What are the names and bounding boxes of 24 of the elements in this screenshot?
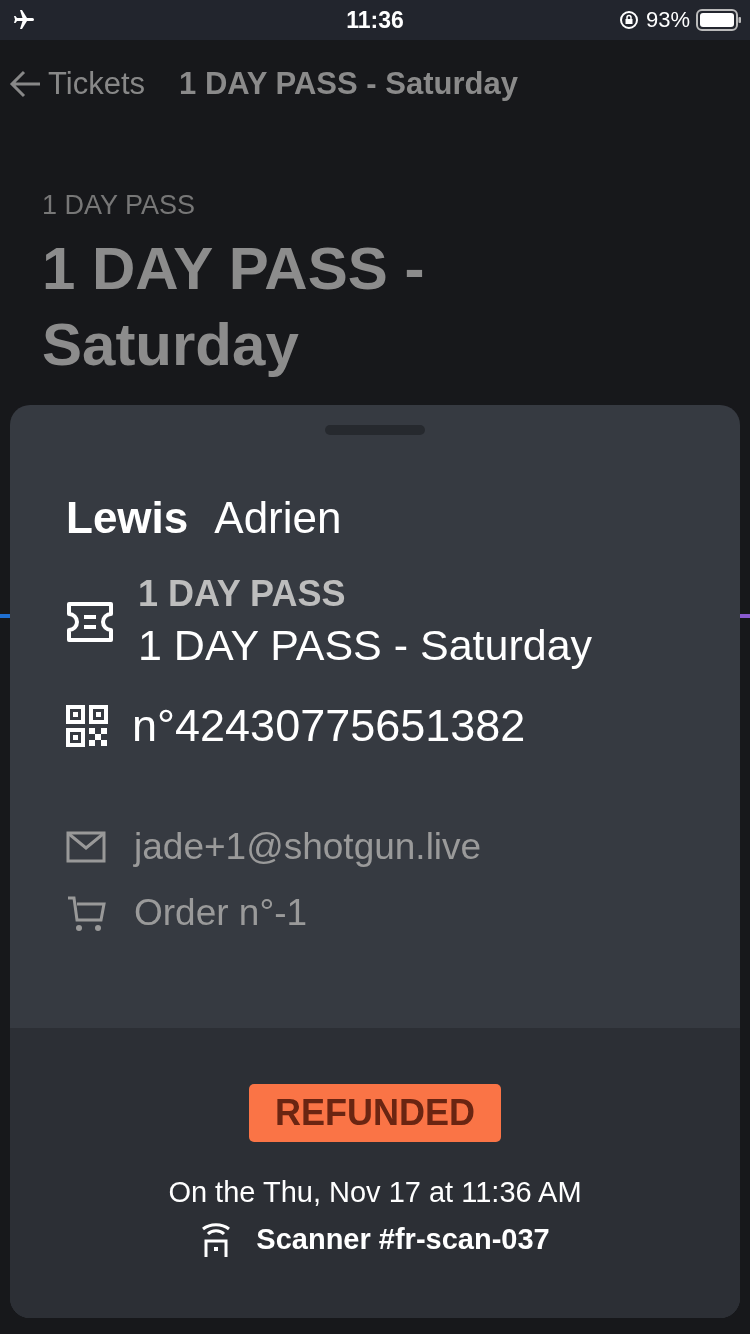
ticket-category: 1 DAY PASS (138, 573, 347, 615)
battery-percent: 93% (645, 7, 690, 33)
airplane-icon (12, 8, 36, 32)
last-name: Lewis (66, 493, 189, 543)
order-number: Order n°-1 (134, 892, 308, 934)
ticket-category: 1 DAY PASS (42, 190, 197, 221)
scanner-id: Scanner #fr-scan-037 (256, 1222, 550, 1256)
first-name: Adrien (214, 493, 342, 543)
ticket-icon (66, 600, 114, 643)
rotation-lock-icon (617, 9, 640, 31)
battery-icon (696, 8, 742, 32)
email-text: jade+1@shotgun.live (134, 826, 482, 868)
ticket-number: n°42430775651382 (132, 700, 526, 752)
status-badge: REFUNDED (249, 1084, 501, 1142)
mail-icon (66, 831, 106, 863)
scan-time: On the Thu, Nov 17 at 11:36 AM (168, 1176, 582, 1209)
ticket-title: 1 DAY PASS - Saturday (42, 234, 426, 380)
back-arrow-icon[interactable] (8, 69, 42, 99)
back-link[interactable]: Tickets (8, 66, 146, 102)
nav-title: 1 DAY PASS - Saturday (179, 66, 518, 102)
qr-code-icon (66, 705, 108, 747)
cart-icon (66, 894, 106, 932)
ticket-name: 1 DAY PASS - Saturday (138, 621, 593, 670)
status-time: 11:36 (345, 6, 405, 34)
